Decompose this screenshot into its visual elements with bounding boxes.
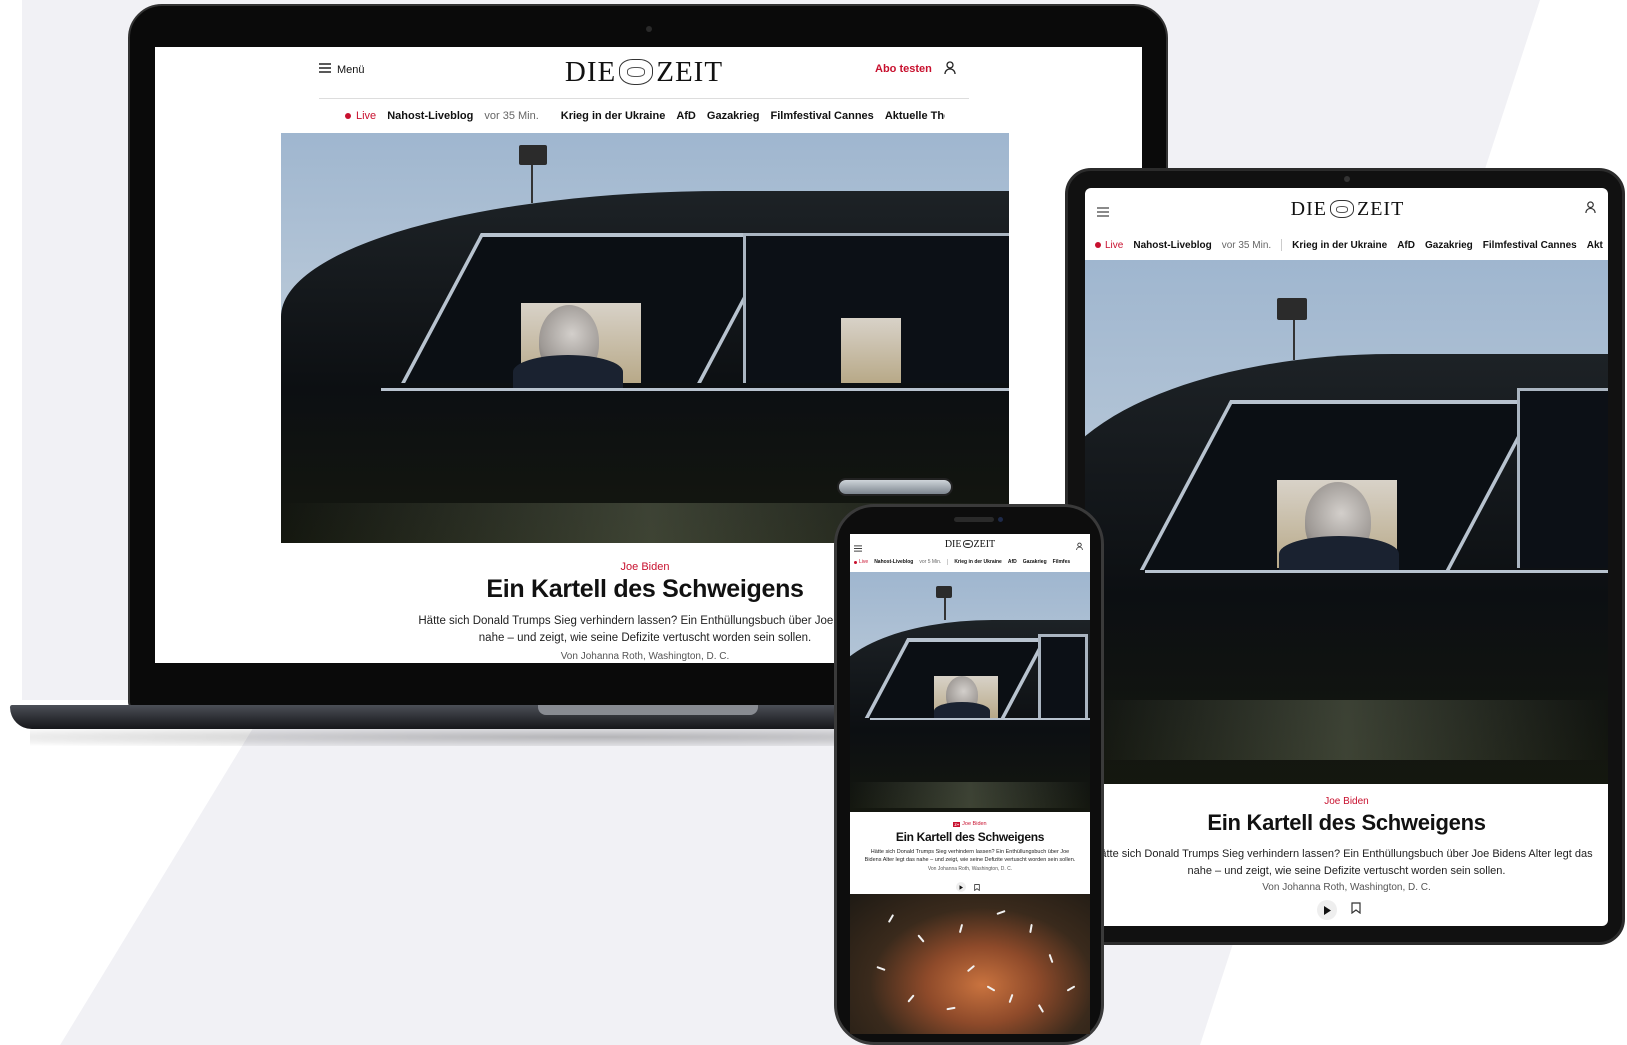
live-badge[interactable]: Live [345,110,376,122]
nav-divider [947,559,949,565]
nav-item-nahost-liveblog[interactable]: Nahost-Liveblog [387,110,473,122]
article-kicker[interactable]: Joe Biden [1085,796,1608,807]
phone-camera [998,517,1003,522]
nav-item-aktuelle-themen[interactable]: Aktuelle Themen [885,110,945,122]
nav-item-afd[interactable]: AfD [1397,240,1415,251]
topic-nav: Live Nahost-Liveblog vor 35 Min. Krieg i… [345,109,945,123]
laptop-notch [538,705,758,715]
nav-item-afd[interactable]: AfD [676,110,696,122]
logo-text-zeit: ZEIT [1357,197,1405,220]
teaser-line-1: ätte sich Donald Trumps Sieg verhindern … [1100,848,1593,860]
user-icon[interactable] [1585,201,1596,219]
live-badge[interactable]: Live [1095,240,1123,251]
article-actions [1317,900,1361,920]
user-icon[interactable] [944,61,956,80]
live-label: Live [356,110,377,122]
live-label: Live [1105,239,1124,251]
hamburger-icon[interactable] [1097,204,1109,222]
liveblog-time: vor 5 Min. [919,559,942,565]
phone-screen: DIE ZEIT Live Nahost-Liveblog vor 5 Min.… [850,534,1090,1034]
nav-item-cannes[interactable]: Filmfestival Cannes [1483,240,1577,251]
user-icon[interactable] [1076,538,1083,556]
second-article-photo[interactable] [850,894,1090,1034]
nav-item-gazakrieg[interactable]: Gazakrieg [1023,559,1047,565]
logo-text-die: DIE [1290,197,1327,220]
nav-item-afd[interactable]: AfD [1008,559,1017,565]
hamburger-icon [319,63,331,76]
menu-button[interactable]: Menü [319,63,365,76]
article-byline: Von Johanna Roth, Washington, D. C. [1262,882,1431,893]
lead-article-photo[interactable] [1085,260,1608,784]
abo-testen-link[interactable]: Abo testen [875,63,932,75]
topic-nav: Live Nahost-Liveblog vor 35 Min. Krieg i… [1095,238,1608,252]
article-headline[interactable]: Ein Kartell des Schweigens [1085,810,1608,836]
logo-text-zeit: ZEIT [973,538,996,550]
logo-text-zeit: ZEIT [656,55,724,88]
article-teaser: ätte sich Donald Trumps Sieg verhindern … [1085,846,1608,880]
play-icon[interactable] [956,882,966,892]
liveblog-time: vor 35 Min. [484,110,539,122]
teaser-line-2: nahe – und zeigt, wie seine Defizite ver… [1187,865,1506,877]
play-icon[interactable] [1317,900,1337,920]
zeit-logo[interactable]: DIE ZEIT [940,536,1000,552]
nav-item-nahost-liveblog[interactable]: Nahost-Liveblog [874,559,913,565]
menu-label: Menü [337,63,365,76]
crest-icon [1330,200,1354,218]
tablet-camera [1344,176,1350,182]
live-dot-icon [345,113,351,119]
site-header: Menü DIE ZEIT Abo testen [319,47,969,99]
nav-item-gazakrieg[interactable]: Gazakrieg [707,110,760,122]
zeit-logo[interactable]: DIE ZEIT [1275,196,1420,222]
nav-item-ukraine[interactable]: Krieg in der Ukraine [1292,240,1387,251]
zeit-logo[interactable]: DIE ZEIT [564,55,724,88]
article-kicker[interactable]: Z+ Joe Biden [850,821,1090,827]
teaser-line-2: Bidens Alter legt das nahe – und zeigt, … [864,857,1076,863]
kicker-label: Joe Biden [962,821,987,827]
tablet-screen: DIE ZEIT Live Nahost-Liveblog vor 35 Min… [1085,188,1608,926]
live-label: Live [859,559,869,565]
teaser-line-1: Hätte sich Donald Trumps Sieg verhindern… [870,849,1070,855]
crest-icon [962,540,973,548]
live-badge[interactable]: Live [854,559,868,565]
logo-text-die: DIE [564,55,617,88]
nav-item-ukraine[interactable]: Krieg in der Ukraine [954,559,1002,565]
zplus-badge: Z+ [953,821,961,827]
phone-speaker [954,517,994,522]
laptop-camera [646,26,652,32]
nav-item-nahost-liveblog[interactable]: Nahost-Liveblog [1133,240,1211,251]
nav-item-cannes[interactable]: Filmfestival Cannes [770,110,873,122]
nav-item-aktuelle-themen[interactable]: Akt [1587,240,1603,251]
nav-divider [1281,239,1283,251]
nav-item-ukraine[interactable]: Krieg in der Ukraine [561,110,666,122]
bookmark-icon[interactable] [1351,901,1361,919]
nav-item-cannes[interactable]: Filmfes [1053,559,1071,565]
lead-article-photo[interactable] [281,133,1009,543]
crest-icon [619,59,654,85]
article-headline[interactable]: Ein Kartell des Schweigens [850,830,1090,844]
logo-text-die: DIE [944,538,962,550]
live-dot-icon [854,560,857,564]
nav-item-gazakrieg[interactable]: Gazakrieg [1425,240,1473,251]
live-dot-icon [1095,242,1101,248]
hamburger-icon[interactable] [854,539,862,557]
article-byline: Von Johanna Roth, Washington, D. C. [927,866,1013,872]
topic-nav: Live Nahost-Liveblog vor 5 Min. Krieg in… [854,558,1090,566]
lead-article-photo[interactable] [850,572,1090,812]
liveblog-time: vor 35 Min. [1221,239,1272,251]
article-teaser: Hätte sich Donald Trumps Sieg verhindern… [854,848,1086,864]
